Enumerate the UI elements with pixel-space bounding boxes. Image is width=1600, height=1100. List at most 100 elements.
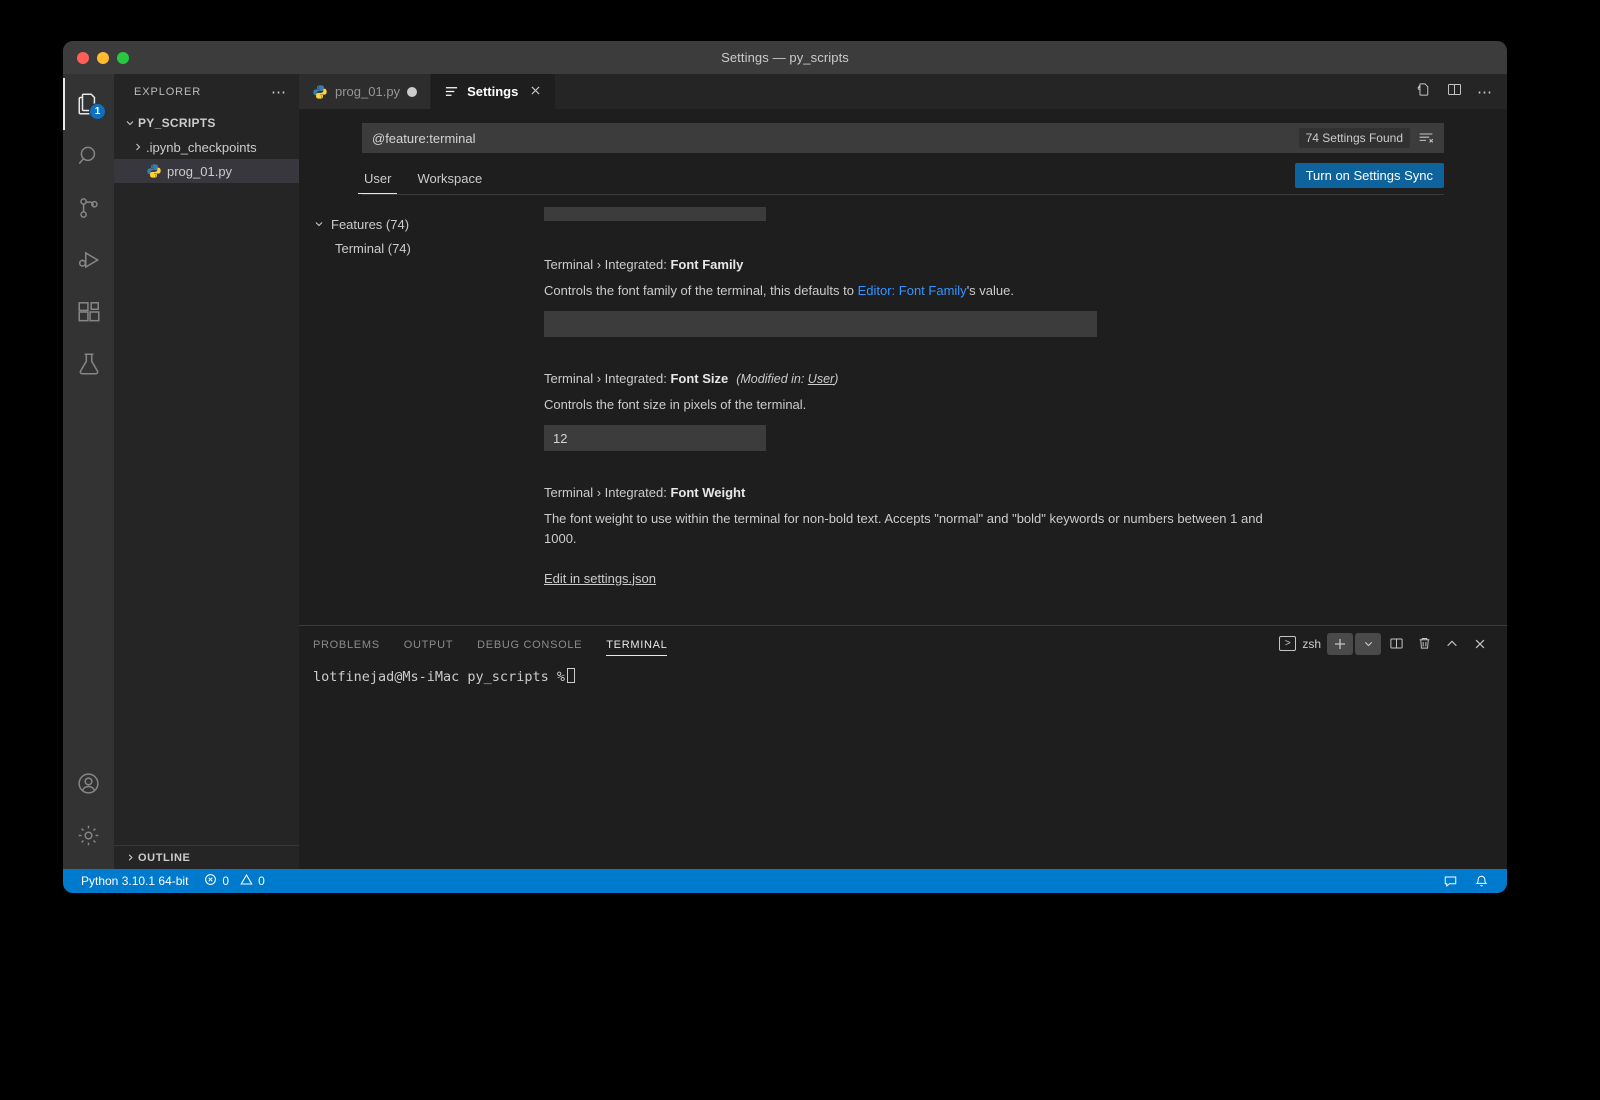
terminal-shell-indicator[interactable]: > zsh bbox=[1279, 636, 1321, 651]
account-icon bbox=[76, 771, 101, 796]
bell-icon[interactable] bbox=[1466, 874, 1497, 889]
explorer-badge: 1 bbox=[89, 103, 106, 120]
feedback-icon[interactable] bbox=[1435, 874, 1466, 889]
setting-terminal-font-family: Terminal › Integrated: Font Family Contr… bbox=[544, 257, 1447, 338]
activity-bar: 1 bbox=[63, 74, 114, 869]
python-icon bbox=[312, 84, 328, 100]
terminal-prompt-line: lotfinejad@Ms-iMac py_scripts % bbox=[313, 669, 565, 685]
tab-prog-01-py[interactable]: prog_01.py bbox=[299, 74, 432, 109]
extensions-icon bbox=[76, 299, 102, 325]
vscode-window: Settings — py_scripts 1 EXPLORER ⋯ PY_SC… bbox=[63, 41, 1507, 893]
bottom-panel: PROBLEMS OUTPUT DEBUG CONSOLE TERMINAL >… bbox=[299, 625, 1507, 869]
settings-search-input[interactable] bbox=[362, 130, 1299, 146]
tabs-empty-space bbox=[556, 74, 1401, 109]
editor-tabs: prog_01.py Settings ⋯ bbox=[299, 74, 1507, 109]
status-bar: Python 3.10.1 64-bit 0 0 bbox=[63, 869, 1507, 893]
status-problems[interactable]: 0 0 bbox=[196, 873, 272, 889]
clear-filter-icon[interactable] bbox=[1418, 131, 1444, 145]
setting-description: Controls the font family of the terminal… bbox=[544, 281, 1289, 301]
activity-testing[interactable] bbox=[63, 338, 114, 390]
status-bar-right bbox=[1435, 874, 1497, 889]
setting-title: Terminal › Integrated: Font Weight bbox=[544, 485, 1447, 500]
toc-item-terminal[interactable]: Terminal (74) bbox=[313, 236, 544, 260]
setting-font-family-input[interactable] bbox=[544, 311, 1097, 338]
search-icon bbox=[76, 143, 102, 169]
toc-item-features[interactable]: Features (74) bbox=[313, 212, 544, 236]
error-icon bbox=[204, 873, 217, 889]
tab-label: prog_01.py bbox=[335, 84, 401, 99]
settings-editor: 74 Settings Found User Workspace Turn on… bbox=[299, 109, 1507, 625]
activity-source-control[interactable] bbox=[63, 182, 114, 234]
close-window-button[interactable] bbox=[77, 51, 89, 64]
activity-search[interactable] bbox=[63, 130, 114, 182]
split-terminal-button[interactable] bbox=[1383, 633, 1409, 655]
terminal-output[interactable]: lotfinejad@Ms-iMac py_scripts % bbox=[299, 661, 1507, 869]
panel-tab-output[interactable]: OUTPUT bbox=[404, 629, 453, 658]
settings-found-count: 74 Settings Found bbox=[1298, 128, 1410, 148]
panel-tab-debug-console[interactable]: DEBUG CONSOLE bbox=[477, 629, 582, 658]
maximize-window-button[interactable] bbox=[117, 51, 129, 64]
tree-item-prog-01-py[interactable]: prog_01.py bbox=[114, 159, 299, 183]
chevron-down-icon bbox=[122, 117, 138, 129]
activity-accounts[interactable] bbox=[63, 757, 114, 809]
activity-run-debug[interactable] bbox=[63, 234, 114, 286]
tab-label: Settings bbox=[467, 84, 519, 99]
warning-icon bbox=[240, 873, 253, 889]
close-panel-button[interactable] bbox=[1467, 633, 1493, 655]
chevron-right-icon bbox=[130, 141, 146, 153]
status-python-version[interactable]: Python 3.10.1 64-bit bbox=[73, 874, 196, 888]
setting-terminal-font-size: Terminal › Integrated: Font Size (Modifie… bbox=[544, 371, 1447, 452]
modified-prefix: (Modified in: bbox=[736, 372, 808, 387]
outline-section-header[interactable]: OUTLINE bbox=[114, 845, 299, 869]
setting-category: Terminal › Integrated: bbox=[544, 485, 671, 501]
unsaved-indicator-icon[interactable] bbox=[407, 86, 418, 97]
panel-actions: > zsh bbox=[1279, 632, 1507, 655]
sidebar-more-actions-icon[interactable]: ⋯ bbox=[265, 83, 293, 101]
maximize-panel-button[interactable] bbox=[1439, 633, 1465, 655]
setting-category: Terminal › Integrated: bbox=[544, 257, 671, 272]
setting-title: Terminal › Integrated: Font Family bbox=[544, 257, 1447, 272]
more-actions-icon[interactable]: ⋯ bbox=[1477, 83, 1493, 101]
terminal-shell-label: zsh bbox=[1302, 636, 1321, 651]
open-changes-icon[interactable] bbox=[1415, 81, 1432, 103]
beaker-icon bbox=[76, 351, 102, 377]
setting-description: Controls the font size in pixels of the … bbox=[544, 397, 807, 413]
modified-scope-link[interactable]: User bbox=[808, 372, 834, 386]
outline-label: OUTLINE bbox=[138, 851, 191, 864]
activity-extensions[interactable] bbox=[63, 286, 114, 338]
tree-item-label: prog_01.py bbox=[167, 163, 233, 179]
tree-item-ipynb-checkpoints[interactable]: .ipynb_checkpoints bbox=[114, 135, 299, 159]
modified-suffix: ) bbox=[834, 372, 839, 387]
terminal-profile-dropdown[interactable] bbox=[1355, 632, 1381, 655]
activity-explorer[interactable]: 1 bbox=[63, 78, 114, 130]
title-bar: Settings — py_scripts bbox=[63, 41, 1507, 74]
close-icon[interactable] bbox=[529, 84, 542, 100]
minimize-window-button[interactable] bbox=[97, 51, 109, 64]
window-controls[interactable] bbox=[77, 41, 129, 74]
tab-user-settings[interactable]: User bbox=[357, 171, 398, 194]
editor-actions: ⋯ bbox=[1401, 74, 1507, 109]
settings-search-bar: 74 Settings Found bbox=[362, 123, 1444, 153]
desc-part: 's value. bbox=[966, 283, 1014, 298]
terminal-cursor bbox=[566, 668, 575, 683]
tab-workspace-settings[interactable]: Workspace bbox=[415, 171, 484, 194]
setting-description: The font weight to use within the termin… bbox=[544, 511, 1263, 547]
panel-tab-problems[interactable]: PROBLEMS bbox=[313, 629, 380, 658]
split-editor-icon[interactable] bbox=[1446, 81, 1463, 103]
scrolled-setting-input-partial[interactable] bbox=[544, 207, 766, 221]
settings-list: Terminal › Integrated: Font Family Contr… bbox=[544, 207, 1507, 625]
edit-in-settings-json-link[interactable]: Edit in settings.json bbox=[544, 571, 656, 586]
panel-header: PROBLEMS OUTPUT DEBUG CONSOLE TERMINAL >… bbox=[299, 626, 1507, 661]
panel-tab-terminal[interactable]: TERMINAL bbox=[606, 629, 668, 658]
window-title: Settings — py_scripts bbox=[721, 50, 849, 65]
tree-item-py-scripts[interactable]: PY_SCRIPTS bbox=[114, 111, 299, 135]
settings-scope-tabs: User Workspace Turn on Settings Sync bbox=[357, 153, 1444, 195]
tab-settings[interactable]: Settings bbox=[431, 74, 557, 109]
editor-font-family-link[interactable]: Editor: Font Family bbox=[858, 283, 967, 298]
turn-on-settings-sync-button[interactable]: Turn on Settings Sync bbox=[1294, 163, 1444, 188]
activity-manage[interactable] bbox=[63, 809, 114, 861]
new-terminal-button[interactable] bbox=[1327, 632, 1353, 655]
kill-terminal-button[interactable] bbox=[1411, 633, 1437, 655]
run-debug-icon bbox=[76, 247, 102, 273]
setting-font-size-input[interactable] bbox=[544, 425, 766, 452]
